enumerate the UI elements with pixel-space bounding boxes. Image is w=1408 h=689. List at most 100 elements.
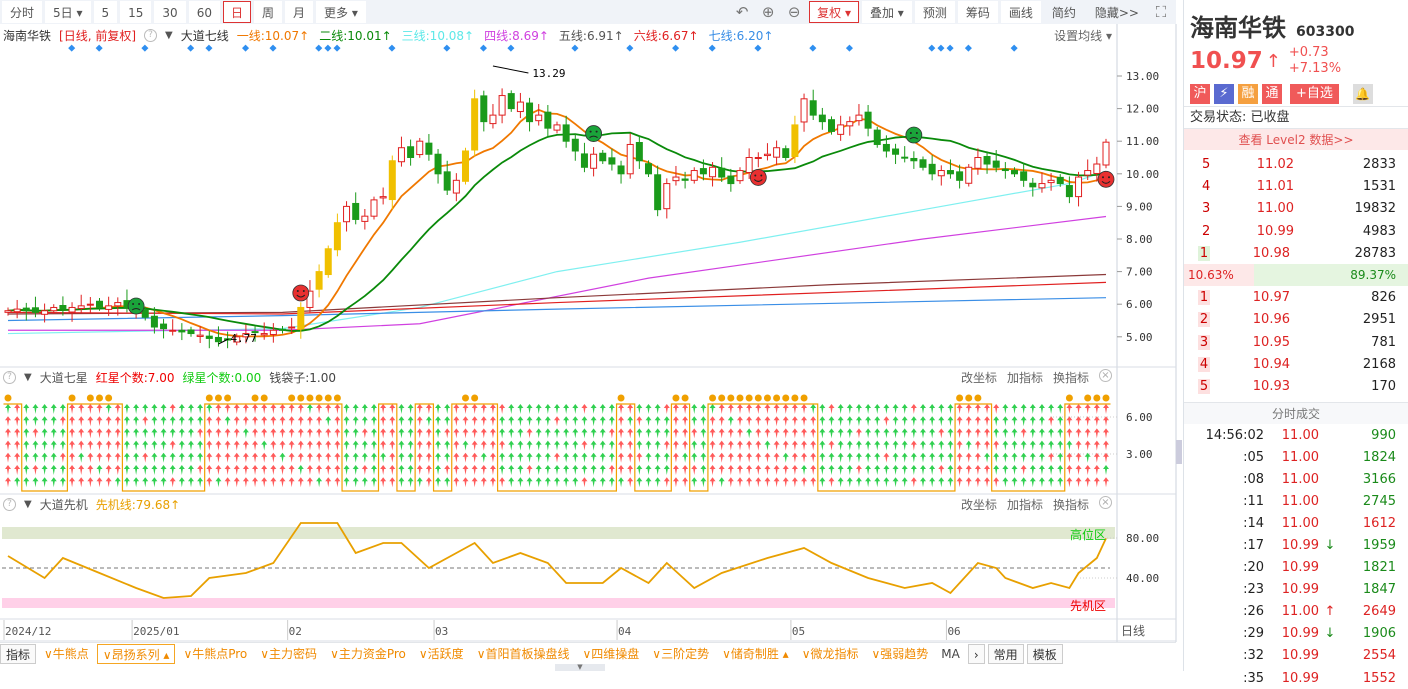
green-star-icon [462, 440, 469, 451]
green-star-icon [1038, 440, 1045, 451]
common-button[interactable]: 常用 [987, 643, 1024, 664]
bell-icon[interactable]: 🔔 [1352, 84, 1373, 104]
indicator-tab-5[interactable]: ∨主力资金Pro [325, 644, 411, 664]
green-star-icon [654, 440, 661, 451]
red-star-icon [801, 452, 808, 463]
candle [910, 151, 918, 169]
collapse-handle[interactable]: ▼ [555, 664, 605, 671]
green-star-icon [700, 428, 707, 439]
red-star-icon [810, 428, 817, 439]
indicator-tab-8[interactable]: ∨四维操盘 [577, 644, 644, 664]
red-star-icon [87, 452, 94, 463]
red-star-icon [855, 465, 862, 475]
red-star-icon [114, 452, 121, 463]
green-star-icon [892, 465, 899, 475]
face-eye [595, 130, 598, 133]
last-price: 10.97 [1190, 48, 1263, 74]
red-star-icon [224, 428, 231, 439]
green-star-icon [197, 452, 204, 463]
kline-chart[interactable]: 13.00 12.00 11.00 10.00 9.00 8.00 7.00 6.00 5.00… [0, 0, 1180, 642]
level2-link[interactable]: 查看 Level2 数据>> [1184, 128, 1408, 150]
margin-tag[interactable]: 融 [1238, 84, 1258, 104]
switch-indicator-button[interactable]: 换指标 [1053, 496, 1089, 513]
buy-ratio: 10.63% [1184, 264, 1254, 287]
green-star-icon [371, 428, 377, 439]
candle [855, 104, 863, 126]
red-star-icon [737, 465, 743, 475]
lightning-icon[interactable]: ⚡ [1214, 84, 1234, 104]
add-watchlist-button[interactable]: +自选 [1290, 84, 1339, 104]
red-star-icon [380, 465, 387, 475]
candle-body [169, 329, 177, 332]
indicator-tab-0[interactable]: 指标 [0, 643, 37, 664]
template-button[interactable]: 模板 [1026, 643, 1063, 664]
indicator-tab-9[interactable]: ∨三阶定势 [647, 644, 714, 664]
help-icon[interactable]: ? [3, 497, 16, 511]
indicator-tab-13[interactable]: MA [936, 644, 965, 664]
green-star-icon [297, 465, 304, 475]
indicator-tab-12[interactable]: ∨强弱趋势 [867, 644, 934, 664]
money-bag-icon [105, 394, 113, 402]
change-axis-button[interactable]: 改坐标 [961, 496, 997, 513]
panel-resize-handle[interactable] [1176, 440, 1182, 464]
face-circle [127, 297, 145, 315]
sh-market-tag[interactable]: 沪 [1190, 84, 1210, 104]
red-star-icon [791, 465, 798, 475]
red-star-icon [636, 452, 643, 463]
buy-volume: 781 [1371, 334, 1396, 350]
green-star-icon [517, 440, 524, 451]
candle [928, 155, 936, 181]
red-star-icon [87, 440, 94, 451]
indicator-tab-3[interactable]: ∨牛熊点Pro [178, 644, 252, 664]
red-star-icon [718, 452, 725, 463]
close-icon[interactable]: × [1099, 495, 1112, 509]
add-indicator-button[interactable]: 加指标 [1007, 496, 1043, 513]
green-star-icon [535, 477, 542, 488]
green-star-icon [371, 404, 377, 414]
add-indicator-button[interactable]: 加指标 [1007, 369, 1043, 386]
indicator-tab-6[interactable]: ∨活跃度 [414, 644, 469, 664]
green-star-icon [929, 477, 936, 488]
face-eye [915, 132, 918, 135]
red-star-icon [215, 416, 222, 427]
indicator-tab-4[interactable]: ∨主力密码 [255, 644, 322, 664]
indicator-tab-10[interactable]: ∨储奇制胜 ▴ [717, 644, 794, 664]
dropdown-icon[interactable]: ▼ [24, 499, 32, 510]
red-star-icon [956, 404, 963, 414]
red-star-icon [297, 440, 304, 451]
red-star-icon [270, 428, 277, 439]
change-axis-button[interactable]: 改坐标 [961, 369, 997, 386]
red-star-icon [325, 465, 332, 475]
buy-volume: 826 [1371, 290, 1396, 306]
scroll-right-icon[interactable]: › [967, 643, 985, 664]
green-star-icon [608, 416, 615, 427]
green-star-icon [535, 440, 542, 451]
indicator-tab-2[interactable]: ∨昂扬系列 ▴ [96, 643, 176, 664]
switch-indicator-button[interactable]: 换指标 [1053, 369, 1089, 386]
help-icon[interactable]: ? [3, 370, 16, 384]
red-star-icon [416, 440, 423, 451]
red-star-icon [627, 465, 634, 475]
red-star-icon [169, 404, 176, 414]
low-zone-band [2, 598, 1115, 608]
indicator-tab-7[interactable]: ∨首阳首板操盘线 [472, 644, 575, 664]
green-star-icon [554, 477, 560, 488]
red-star-icon [32, 465, 39, 475]
green-star-icon [361, 440, 368, 451]
green-star-icon [590, 416, 597, 427]
green-star-icon [901, 428, 908, 439]
green-star-icon [151, 465, 158, 475]
signal-diamond [388, 44, 396, 52]
green-star-icon [663, 428, 670, 439]
close-icon[interactable]: × [1099, 368, 1112, 382]
red-star-icon [87, 416, 94, 427]
indicator-tab-11[interactable]: ∨微龙指标 [797, 644, 864, 664]
green-star-icon [920, 477, 926, 488]
green-star-icon [435, 428, 442, 439]
connect-tag[interactable]: 通 [1262, 84, 1282, 104]
indicator-tab-1[interactable]: ∨牛熊点 [39, 644, 94, 664]
green-star-icon [41, 477, 48, 488]
green-star-icon [636, 404, 643, 414]
trade-row: :26 11.00 ↑ 2649 [1184, 601, 1408, 623]
dropdown-icon[interactable]: ▼ [24, 372, 32, 383]
